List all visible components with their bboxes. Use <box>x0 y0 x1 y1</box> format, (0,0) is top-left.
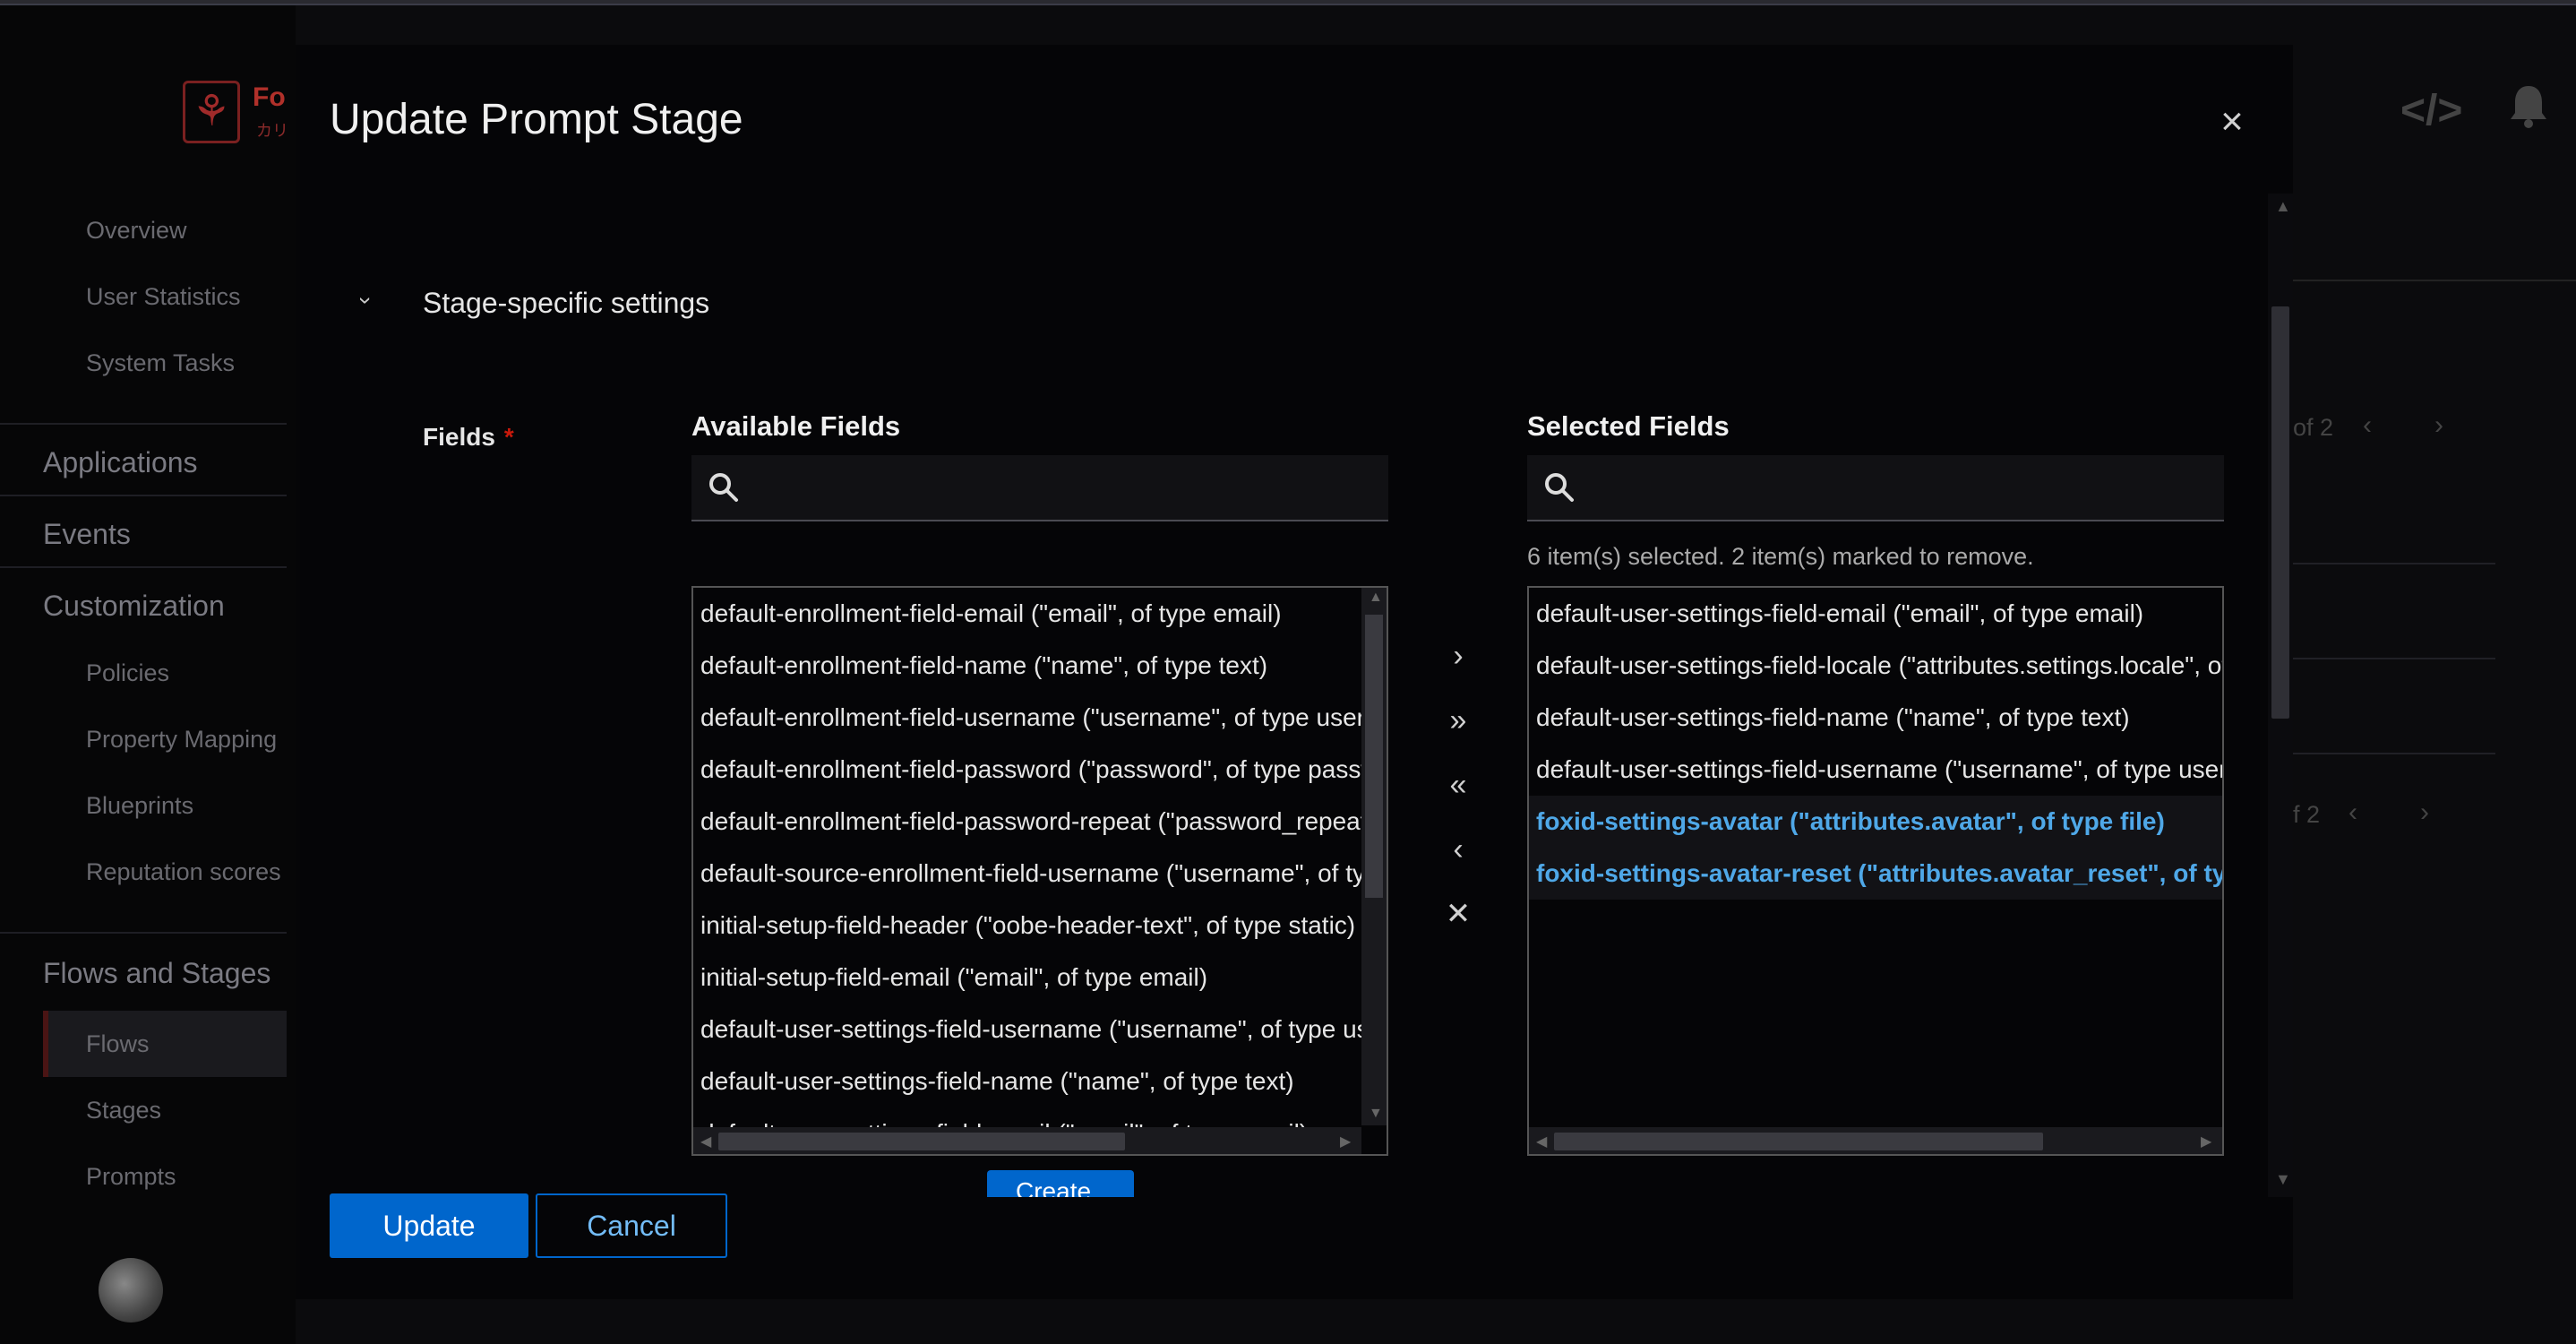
selected-fields-title: Selected Fields <box>1527 410 1730 442</box>
list-item[interactable]: default-user-settings-field-username ("u… <box>693 1004 1387 1055</box>
chevron-right-icon: › <box>2420 797 2429 827</box>
code-icon[interactable]: </> <box>2400 86 2462 135</box>
available-list-hscroll[interactable]: ◀ ▶ <box>693 1127 1361 1154</box>
background-pagination: of 2 <box>2293 414 2334 441</box>
sidebar-item-prompts[interactable]: Prompts <box>86 1163 176 1191</box>
list-item[interactable]: initial-setup-field-email ("email", of t… <box>693 952 1387 1004</box>
divider <box>0 495 287 496</box>
update-prompt-stage-modal: Update Prompt Stage × › Stage-specific s… <box>296 45 2293 1299</box>
remove-selected-button[interactable]: ‹ <box>1437 828 1480 871</box>
list-item[interactable]: default-user-settings-field-email ("emai… <box>1529 588 2222 640</box>
logo-text: Fo <box>253 82 286 112</box>
modal-body: › Stage-specific settings Fields * Availa… <box>296 194 2282 1197</box>
user-avatar[interactable] <box>99 1258 163 1322</box>
modal-scrollbar[interactable]: ▲ ▼ <box>2268 194 2293 1197</box>
available-search <box>691 455 1388 521</box>
list-item[interactable]: default-enrollment-field-email ("email",… <box>693 588 1387 640</box>
available-list-hscroll-thumb[interactable] <box>718 1133 1125 1150</box>
clear-button[interactable]: ✕ <box>1437 892 1480 935</box>
selected-search-input[interactable] <box>1590 462 2208 513</box>
fields-label-text: Fields <box>423 423 495 451</box>
list-item[interactable]: default-user-settings-field-locale ("att… <box>1529 640 2222 692</box>
section-title[interactable]: Stage-specific settings <box>423 287 709 320</box>
selected-list-hscroll-thumb[interactable] <box>1554 1133 2043 1150</box>
list-item[interactable]: default-enrollment-field-name ("name", o… <box>693 640 1387 692</box>
available-list-vscroll[interactable]: ▲ ▼ <box>1361 588 1387 1125</box>
required-mark: * <box>503 423 514 451</box>
list-item[interactable]: foxid-settings-avatar ("attributes.avata… <box>1529 796 2222 848</box>
fields-label: Fields * <box>423 423 514 452</box>
divider <box>0 566 287 568</box>
search-icon <box>709 473 738 502</box>
chevron-down-icon[interactable]: › <box>352 297 380 305</box>
update-button[interactable]: Update <box>330 1193 528 1258</box>
logo-subtext: カリ <box>256 122 288 140</box>
background-row-divider <box>2293 563 2495 564</box>
sidebar-item-overview[interactable]: Overview <box>86 217 187 245</box>
create-button[interactable]: Create <box>987 1170 1134 1197</box>
available-search-input[interactable] <box>754 462 1372 513</box>
bell-icon[interactable] <box>2508 82 2549 129</box>
selected-list-hscroll[interactable]: ◀ ▶ <box>1529 1127 2222 1154</box>
modal-scrollbar-thumb[interactable] <box>2271 306 2289 719</box>
brand-logo: ⚘ Fo カリ <box>183 81 290 145</box>
list-item[interactable]: default-user-settings-field-name ("name"… <box>1529 692 2222 744</box>
sidebar-item-property-mapping[interactable]: Property Mapping <box>86 726 277 754</box>
sidebar-group-flows-and-stages[interactable]: Flows and Stages <box>43 957 270 990</box>
chevron-left-icon: ‹ <box>2348 797 2357 827</box>
selected-search <box>1527 455 2224 521</box>
add-selected-button[interactable]: › <box>1437 634 1480 677</box>
sidebar-group-customization[interactable]: Customization <box>43 590 225 623</box>
add-all-button[interactable]: » <box>1437 699 1480 742</box>
available-fields-title: Available Fields <box>691 410 901 442</box>
selection-status: 6 item(s) selected. 2 item(s) marked to … <box>1527 543 2034 570</box>
divider <box>0 932 287 934</box>
background-row-divider <box>2293 658 2495 659</box>
list-item[interactable]: default-source-enrollment-field-username… <box>693 848 1387 900</box>
background-divider <box>2293 280 2576 281</box>
sidebar-active-highlight <box>43 1011 287 1077</box>
list-item[interactable]: initial-setup-field-header ("oobe-header… <box>693 900 1387 952</box>
sidebar-item-reputation-scores[interactable]: Reputation scores <box>86 858 281 886</box>
available-fields-list: default-enrollment-field-email ("email",… <box>691 586 1388 1156</box>
sidebar-item-user-statistics[interactable]: User Statistics <box>86 283 241 311</box>
available-list-vscroll-thumb[interactable] <box>1365 615 1383 898</box>
divider <box>0 423 287 425</box>
sidebar-group-events[interactable]: Events <box>43 518 131 551</box>
list-item[interactable]: default-enrollment-field-password ("pass… <box>693 744 1387 796</box>
sidebar-group-applications[interactable]: Applications <box>43 446 198 479</box>
chevron-right-icon: › <box>2434 410 2443 440</box>
sidebar-item-stages[interactable]: Stages <box>86 1097 161 1124</box>
selected-fields-list: default-user-settings-field-email ("emai… <box>1527 586 2224 1156</box>
list-item[interactable]: default-user-settings-field-name ("name"… <box>693 1055 1387 1107</box>
list-item[interactable]: default-user-settings-field-username ("u… <box>1529 744 2222 796</box>
list-item[interactable]: default-enrollment-field-username ("user… <box>693 692 1387 744</box>
remove-all-button[interactable]: « <box>1437 763 1480 806</box>
sidebar-item-system-tasks[interactable]: System Tasks <box>86 349 235 377</box>
search-icon <box>1545 473 1574 502</box>
chevron-left-icon: ‹ <box>2363 410 2372 440</box>
close-icon[interactable]: × <box>2211 100 2254 143</box>
background-pagination: f 2 <box>2293 801 2321 828</box>
list-item[interactable]: foxid-settings-avatar-reset ("attributes… <box>1529 848 2222 900</box>
logo-mark-icon: ⚘ <box>183 81 240 143</box>
sidebar-item-flows[interactable]: Flows <box>86 1030 150 1058</box>
list-item[interactable]: default-enrollment-field-password-repeat… <box>693 796 1387 848</box>
background-row-divider <box>2293 753 2495 754</box>
sidebar-item-blueprints[interactable]: Blueprints <box>86 792 193 820</box>
modal-title: Update Prompt Stage <box>330 96 743 143</box>
cancel-button[interactable]: Cancel <box>536 1193 727 1258</box>
sidebar-item-policies[interactable]: Policies <box>86 659 169 687</box>
sidebar: ⚘ Fo カリ Overview User Statistics System … <box>0 5 296 1344</box>
